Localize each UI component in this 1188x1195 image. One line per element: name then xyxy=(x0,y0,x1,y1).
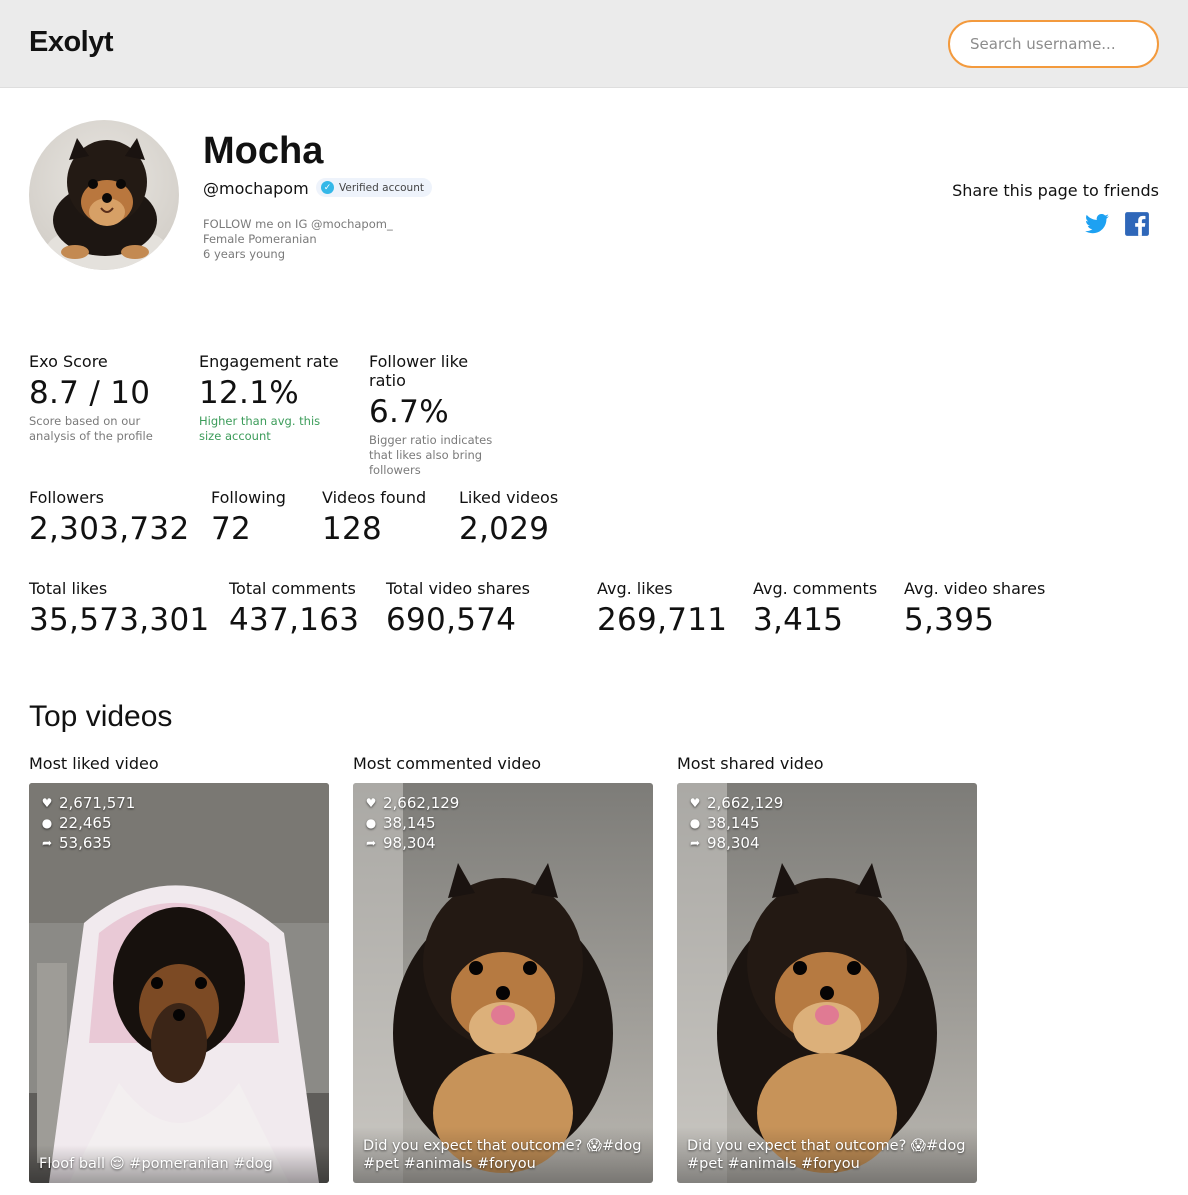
heart-icon: ♥ xyxy=(689,796,701,810)
stat-note: Bigger ratio indicates that likes also b… xyxy=(369,433,493,477)
facebook-icon[interactable] xyxy=(1124,211,1150,237)
avatar-image xyxy=(47,138,167,270)
stat-total-comments: Total comments 437,163 xyxy=(229,579,359,638)
top-bar: Exolyt xyxy=(0,0,1188,88)
bio-line: Female Pomeranian xyxy=(203,232,317,246)
stat-exo-score: Exo Score 8.7 / 10 Score based on our an… xyxy=(29,352,179,444)
video-card-most-liked[interactable]: ♥ 2,671,571 ● 22,465 ➦ 53,635 Floof ball 😌 … xyxy=(29,783,329,1183)
profile-bio: FOLLOW me on IG @mochapom_ Female Pomera… xyxy=(203,217,393,262)
stat-value: 8.7 / 10 xyxy=(29,375,151,411)
stat-label: Follower like ratio xyxy=(369,352,469,390)
checkmark-icon: ✓ xyxy=(321,181,334,194)
stat-label: Avg. video shares xyxy=(904,579,1046,598)
stat-value: 269,711 xyxy=(597,602,728,638)
likes-count: 2,671,571 xyxy=(59,794,136,812)
stat-followers: Followers 2,303,732 xyxy=(29,488,189,547)
comment-icon: ● xyxy=(41,816,53,830)
profile-handle: @mochapom xyxy=(203,179,309,198)
verified-label: Verified account xyxy=(339,181,424,194)
heart-icon: ♥ xyxy=(41,796,53,810)
stat-label: Total video shares xyxy=(386,579,530,598)
section-title: Top videos xyxy=(29,700,173,733)
stat-value: 72 xyxy=(211,511,252,547)
stat-value: 35,573,301 xyxy=(29,602,210,638)
heart-icon: ♥ xyxy=(365,796,377,810)
profile-name: Mocha xyxy=(203,130,324,172)
stat-label: Engagement rate xyxy=(199,352,339,371)
stat-engagement-rate: Engagement rate 12.1% Higher than avg. t… xyxy=(199,352,339,444)
share-label: Share this page to friends xyxy=(952,181,1159,200)
stat-note: Score based on our analysis of the profi… xyxy=(29,414,153,443)
stat-label: Liked videos xyxy=(459,488,559,507)
stat-value: 2,303,732 xyxy=(29,511,190,547)
stat-value: 437,163 xyxy=(229,602,360,638)
video-label: Most shared video xyxy=(677,754,824,773)
stat-videos-found: Videos found 128 xyxy=(322,488,426,547)
share-icon: ➦ xyxy=(41,836,53,850)
video-card-most-commented[interactable]: ♥ 2,662,129 ● 38,145 ➦ 98,304 Did you expec… xyxy=(353,783,653,1183)
stat-value: 3,415 xyxy=(753,602,844,638)
comments-count: 22,465 xyxy=(59,814,112,832)
video-label: Most commented video xyxy=(353,754,542,773)
video-caption: Floof ball 😌 #pomeranian #dog xyxy=(29,1145,329,1183)
video-metrics: ♥ 2,671,571 ● 22,465 ➦ 53,635 xyxy=(41,793,136,853)
search-input[interactable] xyxy=(948,20,1159,68)
stat-follower-like-ratio: Follower like ratio 6.7% Bigger ratio in… xyxy=(369,352,504,478)
comment-icon: ● xyxy=(365,816,377,830)
bio-line: 6 years young xyxy=(203,247,285,261)
shares-count: 98,304 xyxy=(383,834,436,852)
stat-note: Higher than avg. this size account xyxy=(199,414,321,443)
video-card-most-shared[interactable]: ♥ 2,662,129 ● 38,145 ➦ 98,304 Did you expec… xyxy=(677,783,977,1183)
stat-label: Total comments xyxy=(229,579,356,598)
stat-label: Exo Score xyxy=(29,352,108,371)
stat-value: 128 xyxy=(322,511,383,547)
likes-count: 2,662,129 xyxy=(383,794,460,812)
stat-label: Following xyxy=(211,488,286,507)
share-icon: ➦ xyxy=(365,836,377,850)
stat-label: Total likes xyxy=(29,579,108,598)
stat-value: 2,029 xyxy=(459,511,550,547)
stat-liked-videos: Liked videos 2,029 xyxy=(459,488,558,547)
stat-avg-video-shares: Avg. video shares 5,395 xyxy=(904,579,1045,638)
twitter-icon[interactable] xyxy=(1084,211,1110,237)
video-caption: Did you expect that outcome? 😱#dog #pet … xyxy=(353,1127,653,1183)
bio-line: FOLLOW me on IG @mochapom_ xyxy=(203,217,393,231)
avatar xyxy=(29,120,179,270)
likes-count: 2,662,129 xyxy=(707,794,784,812)
shares-count: 98,304 xyxy=(707,834,760,852)
comments-count: 38,145 xyxy=(383,814,436,832)
share-icon: ➦ xyxy=(689,836,701,850)
comment-icon: ● xyxy=(689,816,701,830)
stat-label: Avg. comments xyxy=(753,579,878,598)
video-caption: Did you expect that outcome? 😱#dog #pet … xyxy=(677,1127,977,1183)
stat-following: Following 72 xyxy=(211,488,286,547)
video-metrics: ♥ 2,662,129 ● 38,145 ➦ 98,304 xyxy=(689,793,784,853)
video-label: Most liked video xyxy=(29,754,159,773)
stat-label: Videos found xyxy=(322,488,427,507)
video-metrics: ♥ 2,662,129 ● 38,145 ➦ 98,304 xyxy=(365,793,460,853)
stat-avg-comments: Avg. comments 3,415 xyxy=(753,579,877,638)
stat-value: 6.7% xyxy=(369,394,449,430)
stat-label: Followers xyxy=(29,488,104,507)
stat-value: 12.1% xyxy=(199,375,299,411)
stat-value: 690,574 xyxy=(386,602,517,638)
verified-badge: ✓ Verified account xyxy=(316,178,432,197)
comments-count: 38,145 xyxy=(707,814,760,832)
logo[interactable]: Exolyt xyxy=(29,26,114,59)
shares-count: 53,635 xyxy=(59,834,112,852)
share-icons xyxy=(1084,211,1150,237)
stat-label: Avg. likes xyxy=(597,579,673,598)
stat-avg-likes: Avg. likes 269,711 xyxy=(597,579,727,638)
stat-total-video-shares: Total video shares 690,574 xyxy=(386,579,530,638)
stat-value: 5,395 xyxy=(904,602,995,638)
stat-total-likes: Total likes 35,573,301 xyxy=(29,579,210,638)
